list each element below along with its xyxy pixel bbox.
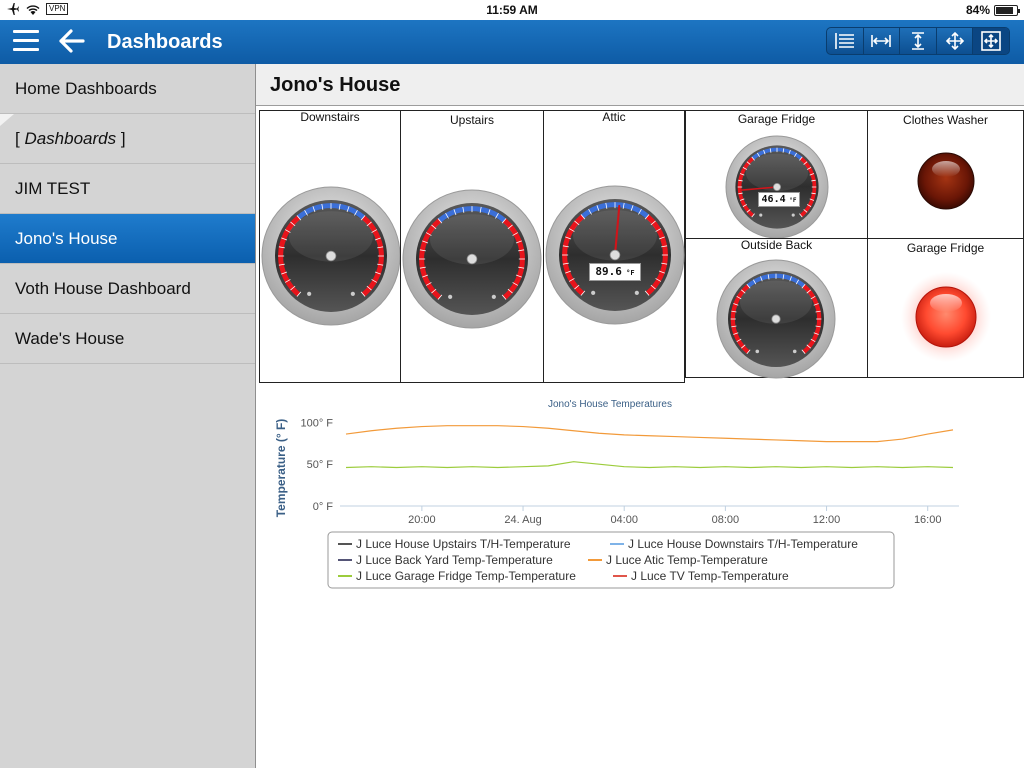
panel-title: Clothes Washer: [903, 113, 988, 127]
sidebar-item-jim-test[interactable]: JIM TEST: [0, 164, 255, 214]
layout-toolbar: [826, 27, 1010, 55]
panel-downstairs[interactable]: Downstairs: [259, 110, 401, 383]
sidebar-item-label: Voth House Dashboard: [15, 279, 191, 298]
panel-title: Downstairs: [300, 110, 360, 124]
gauge-screw: [755, 349, 760, 354]
panel-title: Garage Fridge: [737, 112, 816, 126]
panel-title: Upstairs: [449, 113, 494, 127]
status-bar: VPN 11:59 AM 84%: [0, 0, 1024, 20]
gauge-hub: [771, 314, 781, 324]
gauge-hub: [466, 253, 478, 265]
sidebar-item-dashboards[interactable]: [ Dashboards ]: [0, 114, 255, 164]
attic-readout-value: 89.6: [595, 265, 622, 278]
series-line: [345, 461, 954, 469]
fit-height-icon: [911, 32, 924, 50]
legend-item[interactable]: J Luce House Downstairs T/H-Temperature: [628, 537, 858, 551]
x-tick-label: 04:00: [610, 514, 638, 526]
legend-item[interactable]: J Luce House Upstairs T/H-Temperature: [356, 537, 571, 551]
panel-attic[interactable]: Attic 89.6 °F: [543, 110, 685, 383]
fit-all-button[interactable]: [973, 28, 1009, 54]
menu-icon[interactable]: [13, 30, 39, 52]
nav-title: Dashboards: [107, 31, 223, 53]
sidebar-item-label: JIM TEST: [15, 179, 91, 198]
gauge-upstairs: [402, 189, 542, 329]
folded-corner: [0, 114, 14, 126]
gauge-screw: [350, 291, 355, 296]
page-title: Jono's House: [256, 64, 1024, 106]
panel-upstairs[interactable]: Upstairs: [400, 110, 544, 383]
x-tick-label: 12:00: [813, 514, 841, 526]
back-arrow-icon[interactable]: [58, 27, 86, 55]
temperature-chart: Jono's House Temperatures Temperature (° …: [258, 392, 1024, 592]
status-right: 84%: [965, 3, 1020, 17]
chart-svg: Jono's House Temperatures Temperature (° …: [274, 399, 959, 589]
garage-fridge-indicator-light: [901, 272, 991, 362]
chart-title: Jono's House Temperatures: [548, 399, 672, 410]
sidebar-item-home-dashboards[interactable]: Home Dashboards: [0, 64, 255, 114]
battery-icon: [994, 4, 1020, 16]
gauge-screw: [491, 294, 496, 299]
x-tick-label: 24. Aug: [504, 514, 541, 526]
nav-bar: Dashboards: [0, 20, 1024, 64]
y-tick-label: 50° F: [307, 459, 334, 471]
panel-garage-fridge-light[interactable]: Garage Fridge: [867, 238, 1024, 378]
clothes-washer-indicator-light: [917, 152, 975, 210]
fit-height-button[interactable]: [900, 28, 937, 54]
sidebar-item-label: Dashboards: [24, 129, 117, 148]
legend-item[interactable]: J Luce Atic Temp-Temperature: [606, 553, 768, 567]
sidebar-item-wades-house[interactable]: Wade's House: [0, 314, 255, 364]
garage-fridge-readout-value: 46.4: [761, 194, 786, 205]
list-layout-button[interactable]: [827, 28, 864, 54]
sidebar-item-label: Wade's House: [15, 329, 125, 348]
gauge-screw: [591, 290, 596, 295]
gauge-downstairs: [261, 186, 401, 326]
move-icon: [945, 31, 964, 51]
panel-title: Attic: [602, 110, 626, 124]
gauge-attic: [545, 185, 685, 325]
gauge-screw: [307, 291, 312, 296]
gauge-screw: [791, 213, 795, 217]
gauge-screw: [634, 290, 639, 295]
attic-readout: 89.6 °F: [589, 263, 641, 281]
gauge-hub: [772, 182, 782, 192]
battery-percent: 84%: [965, 3, 990, 17]
garage-fridge-readout: 46.4 °F: [758, 192, 800, 207]
y-tick-label: 0° F: [313, 501, 334, 513]
move-button[interactable]: [937, 28, 974, 54]
gauge-screw: [792, 349, 797, 354]
sidebar-item-label: Jono's House: [15, 229, 118, 248]
fit-width-icon: [871, 35, 892, 47]
x-tick-label: 16:00: [914, 514, 942, 526]
series-line: [345, 425, 954, 443]
panel-title: Outside Back: [740, 238, 813, 252]
chart-ylabel: Temperature (° F): [274, 419, 288, 518]
panel-outside-back[interactable]: Outside Back: [685, 238, 868, 379]
legend-item[interactable]: J Luce Back Yard Temp-Temperature: [356, 553, 553, 567]
gauge-garage-fridge: [725, 135, 829, 239]
fit-all-icon: [981, 31, 1001, 51]
x-tick-label: 20:00: [408, 514, 436, 526]
status-time: 11:59 AM: [486, 3, 538, 17]
sidebar: Home Dashboards [ Dashboards ] JIM TEST …: [0, 64, 256, 768]
sidebar-item-jonos-house[interactable]: Jono's House: [0, 214, 255, 264]
panel-clothes-washer[interactable]: Clothes Washer: [867, 110, 1024, 239]
fit-width-button[interactable]: [864, 28, 901, 54]
gauge-outside-back: [716, 259, 836, 379]
gauge-screw: [448, 294, 453, 299]
panel-title: Garage Fridge: [906, 241, 985, 255]
legend-item[interactable]: J Luce Garage Fridge Temp-Temperature: [356, 569, 576, 583]
y-tick-label: 100° F: [300, 417, 333, 429]
sidebar-item-voth-house-dashboard[interactable]: Voth House Dashboard: [0, 264, 255, 314]
gauge-hub: [325, 250, 337, 262]
x-tick-label: 08:00: [712, 514, 740, 526]
sidebar-item-label: Home Dashboards: [15, 79, 157, 98]
gauge-screw: [759, 213, 763, 217]
list-icon: [834, 33, 854, 49]
legend-item[interactable]: J Luce TV Temp-Temperature: [631, 569, 789, 583]
gauge-hub: [609, 249, 621, 261]
panel-garage-fridge[interactable]: Garage Fridge 46.4 °F: [685, 110, 868, 239]
